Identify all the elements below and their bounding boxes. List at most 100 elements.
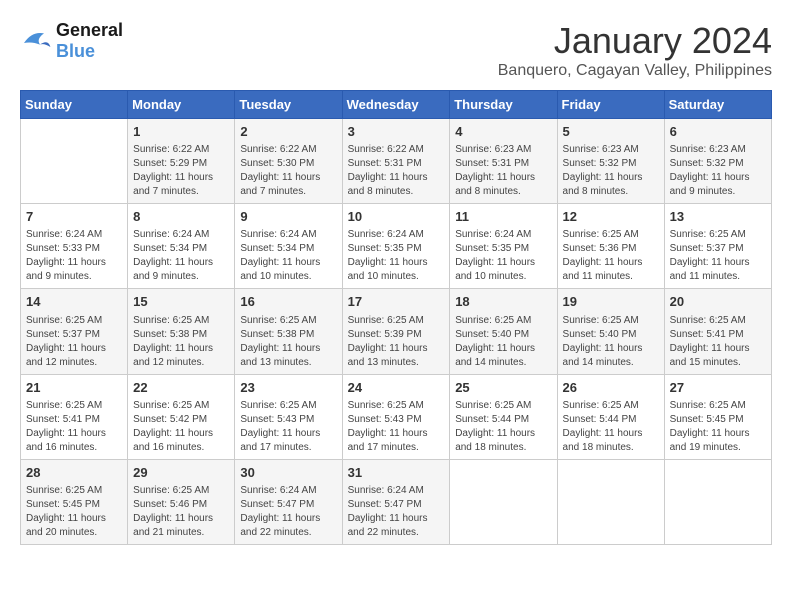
- day-info: Sunrise: 6:22 AMSunset: 5:30 PMDaylight:…: [240, 143, 336, 199]
- title-block: January 2024 Banquero, Cagayan Valley, P…: [498, 20, 772, 80]
- day-number: 23: [240, 379, 336, 397]
- logo-text: General Blue: [56, 20, 123, 62]
- day-number: 18: [455, 293, 551, 311]
- day-number: 1: [133, 123, 229, 141]
- day-number: 16: [240, 293, 336, 311]
- day-info: Sunrise: 6:25 AMSunset: 5:41 PMDaylight:…: [26, 399, 122, 455]
- calendar-cell: 14Sunrise: 6:25 AMSunset: 5:37 PMDayligh…: [21, 289, 128, 374]
- day-number: 25: [455, 379, 551, 397]
- col-saturday: Saturday: [664, 91, 771, 119]
- calendar-cell: 16 Sunrise: 6:25 AMSunset: 5:38 PMDayligh…: [235, 289, 342, 374]
- day-info: Sunrise: 6:23 AMSunset: 5:31 PMDaylight:…: [455, 143, 551, 199]
- calendar-table: Sunday Monday Tuesday Wednesday Thursday…: [20, 90, 772, 545]
- calendar-cell: 15Sunrise: 6:25 AMSunset: 5:38 PMDayligh…: [128, 289, 235, 374]
- day-info: Sunrise: 6:25 AMSunset: 5:40 PMDaylight:…: [455, 314, 551, 370]
- day-number: 31: [348, 464, 445, 482]
- day-info: Sunrise: 6:23 AMSunset: 5:32 PMDaylight:…: [670, 143, 766, 199]
- day-info: Sunrise: 6:25 AMSunset: 5:36 PMDaylight:…: [563, 228, 659, 284]
- day-number: 9: [240, 208, 336, 226]
- day-info: Sunrise: 6:25 AMSunset: 5:43 PMDaylight:…: [348, 399, 445, 455]
- calendar-cell: 17 Sunrise: 6:25 AMSunset: 5:39 PMDayligh…: [342, 289, 450, 374]
- day-number: 24: [348, 379, 445, 397]
- calendar-cell: 8 Sunrise: 6:24 AMSunset: 5:34 PMDaylight…: [128, 204, 235, 289]
- calendar-week-1: 1 Sunrise: 6:22 AMSunset: 5:29 PMDaylight…: [21, 119, 772, 204]
- calendar-cell: 28Sunrise: 6:25 AMSunset: 5:45 PMDayligh…: [21, 459, 128, 544]
- calendar-cell: 12 Sunrise: 6:25 AMSunset: 5:36 PMDayligh…: [557, 204, 664, 289]
- day-info: Sunrise: 6:24 AMSunset: 5:33 PMDaylight:…: [26, 228, 122, 284]
- calendar-cell: [557, 459, 664, 544]
- day-number: 12: [563, 208, 659, 226]
- day-info: Sunrise: 6:25 AMSunset: 5:38 PMDaylight:…: [240, 314, 336, 370]
- day-info: Sunrise: 6:24 AMSunset: 5:34 PMDaylight:…: [133, 228, 229, 284]
- calendar-cell: 19 Sunrise: 6:25 AMSunset: 5:40 PMDayligh…: [557, 289, 664, 374]
- calendar-cell: 2 Sunrise: 6:22 AMSunset: 5:30 PMDaylight…: [235, 119, 342, 204]
- day-info: Sunrise: 6:22 AMSunset: 5:31 PMDaylight:…: [348, 143, 445, 199]
- day-number: 3: [348, 123, 445, 141]
- day-info: Sunrise: 6:25 AMSunset: 5:42 PMDaylight:…: [133, 399, 229, 455]
- day-info: Sunrise: 6:25 AMSunset: 5:44 PMDaylight:…: [563, 399, 659, 455]
- col-tuesday: Tuesday: [235, 91, 342, 119]
- calendar-week-3: 14Sunrise: 6:25 AMSunset: 5:37 PMDayligh…: [21, 289, 772, 374]
- calendar-cell: 20Sunrise: 6:25 AMSunset: 5:41 PMDayligh…: [664, 289, 771, 374]
- calendar-cell: [21, 119, 128, 204]
- day-number: 15: [133, 293, 229, 311]
- day-info: Sunrise: 6:25 AMSunset: 5:44 PMDaylight:…: [455, 399, 551, 455]
- calendar-cell: 10 Sunrise: 6:24 AMSunset: 5:35 PMDayligh…: [342, 204, 450, 289]
- calendar-cell: 26 Sunrise: 6:25 AMSunset: 5:44 PMDayligh…: [557, 374, 664, 459]
- calendar-cell: 27Sunrise: 6:25 AMSunset: 5:45 PMDayligh…: [664, 374, 771, 459]
- calendar-cell: 6 Sunrise: 6:23 AMSunset: 5:32 PMDaylight…: [664, 119, 771, 204]
- calendar-cell: 24 Sunrise: 6:25 AMSunset: 5:43 PMDayligh…: [342, 374, 450, 459]
- calendar-cell: 23 Sunrise: 6:25 AMSunset: 5:43 PMDayligh…: [235, 374, 342, 459]
- day-number: 6: [670, 123, 766, 141]
- calendar-cell: 4Sunrise: 6:23 AMSunset: 5:31 PMDaylight…: [450, 119, 557, 204]
- calendar-cell: 30Sunrise: 6:24 AMSunset: 5:47 PMDayligh…: [235, 459, 342, 544]
- day-number: 30: [240, 464, 336, 482]
- day-info: Sunrise: 6:24 AMSunset: 5:47 PMDaylight:…: [348, 484, 445, 540]
- day-info: Sunrise: 6:22 AMSunset: 5:29 PMDaylight:…: [133, 143, 229, 199]
- calendar-cell: 1 Sunrise: 6:22 AMSunset: 5:29 PMDaylight…: [128, 119, 235, 204]
- page-header: General Blue January 2024 Banquero, Caga…: [20, 20, 772, 80]
- calendar-cell: 3 Sunrise: 6:22 AMSunset: 5:31 PMDaylight…: [342, 119, 450, 204]
- day-number: 8: [133, 208, 229, 226]
- day-number: 2: [240, 123, 336, 141]
- col-thursday: Thursday: [450, 91, 557, 119]
- day-info: Sunrise: 6:25 AMSunset: 5:45 PMDaylight:…: [670, 399, 766, 455]
- day-number: 5: [563, 123, 659, 141]
- calendar-cell: [450, 459, 557, 544]
- col-wednesday: Wednesday: [342, 91, 450, 119]
- calendar-cell: 7 Sunrise: 6:24 AMSunset: 5:33 PMDaylight…: [21, 204, 128, 289]
- day-info: Sunrise: 6:24 AMSunset: 5:35 PMDaylight:…: [348, 228, 445, 284]
- day-number: 19: [563, 293, 659, 311]
- day-number: 26: [563, 379, 659, 397]
- day-number: 17: [348, 293, 445, 311]
- day-info: Sunrise: 6:25 AMSunset: 5:41 PMDaylight:…: [670, 314, 766, 370]
- day-number: 7: [26, 208, 122, 226]
- day-info: Sunrise: 6:25 AMSunset: 5:39 PMDaylight:…: [348, 314, 445, 370]
- calendar-week-4: 21 Sunrise: 6:25 AMSunset: 5:41 PMDayligh…: [21, 374, 772, 459]
- calendar-cell: 31 Sunrise: 6:24 AMSunset: 5:47 PMDayligh…: [342, 459, 450, 544]
- header-row: Sunday Monday Tuesday Wednesday Thursday…: [21, 91, 772, 119]
- day-number: 11: [455, 208, 551, 226]
- day-info: Sunrise: 6:25 AMSunset: 5:46 PMDaylight:…: [133, 484, 229, 540]
- day-info: Sunrise: 6:25 AMSunset: 5:40 PMDaylight:…: [563, 314, 659, 370]
- calendar-cell: 21 Sunrise: 6:25 AMSunset: 5:41 PMDayligh…: [21, 374, 128, 459]
- day-number: 14: [26, 293, 122, 311]
- day-number: 10: [348, 208, 445, 226]
- day-number: 21: [26, 379, 122, 397]
- col-friday: Friday: [557, 91, 664, 119]
- calendar-body: 1 Sunrise: 6:22 AMSunset: 5:29 PMDaylight…: [21, 119, 772, 545]
- day-info: Sunrise: 6:25 AMSunset: 5:43 PMDaylight:…: [240, 399, 336, 455]
- day-info: Sunrise: 6:23 AMSunset: 5:32 PMDaylight:…: [563, 143, 659, 199]
- calendar-cell: [664, 459, 771, 544]
- calendar-cell: 9Sunrise: 6:24 AMSunset: 5:34 PMDaylight…: [235, 204, 342, 289]
- calendar-week-5: 28Sunrise: 6:25 AMSunset: 5:45 PMDayligh…: [21, 459, 772, 544]
- calendar-cell: 5 Sunrise: 6:23 AMSunset: 5:32 PMDaylight…: [557, 119, 664, 204]
- col-sunday: Sunday: [21, 91, 128, 119]
- day-info: Sunrise: 6:25 AMSunset: 5:45 PMDaylight:…: [26, 484, 122, 540]
- day-number: 22: [133, 379, 229, 397]
- calendar-week-2: 7 Sunrise: 6:24 AMSunset: 5:33 PMDaylight…: [21, 204, 772, 289]
- location-title: Banquero, Cagayan Valley, Philippines: [498, 62, 772, 80]
- day-info: Sunrise: 6:25 AMSunset: 5:37 PMDaylight:…: [670, 228, 766, 284]
- col-monday: Monday: [128, 91, 235, 119]
- month-title: January 2024: [498, 20, 772, 62]
